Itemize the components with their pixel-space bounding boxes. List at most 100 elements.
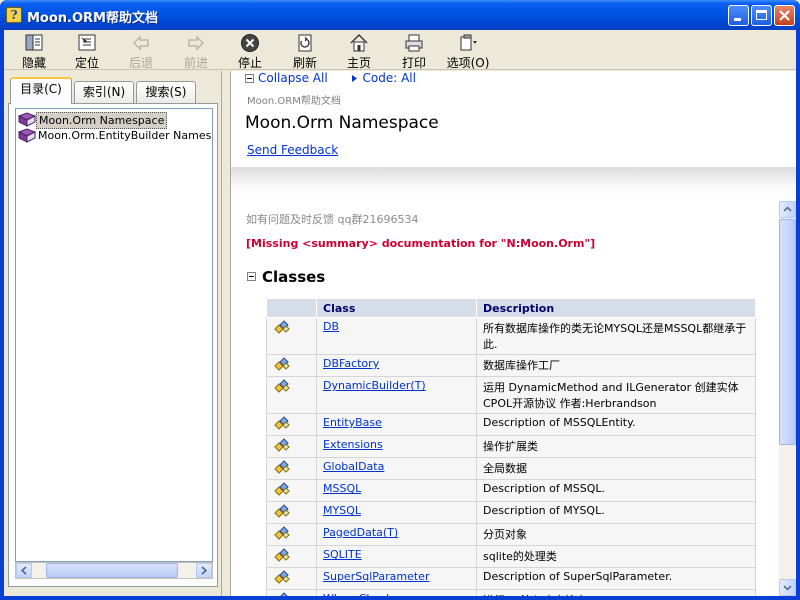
locate-button[interactable]: 定位 — [63, 33, 111, 70]
classes-section-header[interactable]: Classes — [247, 268, 325, 286]
class-link[interactable]: PagedData(T) — [323, 526, 398, 539]
scroll-left-button[interactable] — [16, 563, 32, 578]
hide-button[interactable]: 隐藏 — [10, 33, 58, 70]
class-icon — [274, 460, 290, 474]
locate-label: 定位 — [74, 56, 99, 70]
class-link[interactable]: DB — [323, 320, 339, 333]
forward-button[interactable]: 前进 — [172, 33, 220, 70]
collapse-all-link[interactable]: Collapse All — [245, 71, 328, 85]
scroll-down-button[interactable] — [779, 579, 796, 596]
topic-vertical-scrollbar[interactable] — [779, 201, 796, 596]
contents-panel: Moon.Orm Namespace Moon.Orm.EntityBuilde… — [8, 103, 218, 587]
class-name-cell: SuperSqlParameter — [316, 567, 477, 590]
table-row: EntityBase Description of MSSQLEntity. — [266, 413, 756, 436]
tab-contents[interactable]: 目录(C) — [10, 77, 72, 104]
scroll-right-button[interactable] — [196, 563, 212, 578]
back-arrow-icon — [133, 35, 149, 51]
table-row: WhereChecker 进行sql注入攻击检查 — [266, 589, 756, 596]
class-link[interactable]: MYSQL — [323, 504, 361, 517]
chevron-down-icon — [783, 585, 792, 591]
class-icon-cell — [266, 523, 317, 546]
send-feedback-link[interactable]: Send Feedback — [247, 143, 338, 157]
class-link[interactable]: SQLITE — [323, 548, 362, 561]
print-label: 打印 — [401, 56, 426, 70]
title-bar[interactable]: ? Moon.ORM帮助文档 — [0, 0, 800, 30]
hide-label: 隐藏 — [21, 56, 46, 70]
class-icon-cell — [266, 589, 317, 596]
table-row: PagedData(T) 分页对象 — [266, 523, 756, 546]
column-header-class: Class — [316, 298, 477, 318]
chevron-up-icon — [783, 206, 792, 212]
doc-title: Moon.ORM帮助文档 — [247, 96, 341, 107]
help-window: ? Moon.ORM帮助文档 隐藏 定位 后退 前进 停止 刷新 主页 打印 选… — [0, 0, 800, 600]
home-icon — [350, 34, 368, 52]
class-icon — [274, 482, 290, 496]
class-link[interactable]: MSSQL — [323, 482, 361, 495]
class-name-cell: MSSQL — [316, 479, 477, 502]
class-description-cell: Description of SuperSqlParameter. — [476, 567, 756, 590]
class-icon-cell — [266, 457, 317, 480]
book-icon — [18, 128, 36, 143]
table-row: Extensions 操作扩展类 — [266, 435, 756, 458]
home-button[interactable]: 主页 — [335, 33, 383, 70]
minimize-icon — [734, 18, 741, 21]
tree-item-entitybuilder[interactable]: Moon.Orm.EntityBuilder Namespace — [18, 128, 212, 144]
minimize-button[interactable] — [728, 5, 749, 26]
refresh-button[interactable]: 刷新 — [281, 33, 329, 70]
section-title: Classes — [262, 268, 326, 286]
chevron-left-icon — [20, 566, 27, 575]
class-link[interactable]: DynamicBuilder(T) — [323, 379, 426, 392]
tree-item-moon-orm[interactable]: Moon.Orm Namespace — [18, 112, 168, 129]
topic-pane: Collapse All Code: All Moon.ORM帮助文档 Moon… — [230, 71, 796, 596]
class-link[interactable]: Extensions — [323, 438, 383, 451]
tree-horizontal-scrollbar[interactable] — [15, 562, 213, 579]
class-link[interactable]: WhereChecker — [323, 592, 403, 596]
back-label: 后退 — [128, 56, 153, 70]
class-description-cell: 全局数据 — [476, 457, 756, 480]
class-icon-cell — [266, 545, 317, 568]
class-name-cell: GlobalData — [316, 457, 477, 480]
class-name-cell: WhereChecker — [316, 589, 477, 596]
class-link[interactable]: GlobalData — [323, 460, 384, 473]
options-button[interactable]: 选项(O) — [444, 33, 492, 70]
class-icon — [274, 320, 290, 334]
back-button[interactable]: 后退 — [117, 33, 165, 70]
collapse-icon — [245, 74, 254, 83]
class-link[interactable]: SuperSqlParameter — [323, 570, 429, 583]
class-description-cell: 进行sql注入攻击检查 — [476, 589, 756, 596]
class-name-cell: SQLITE — [316, 545, 477, 568]
class-link[interactable]: DBFactory — [323, 357, 379, 370]
navigation-tabs: 目录(C) 索引(N) 搜索(S) — [8, 77, 220, 104]
maximize-button[interactable] — [751, 5, 772, 26]
stop-icon — [241, 34, 259, 52]
class-icon-cell — [266, 413, 317, 436]
scroll-thumb[interactable] — [46, 563, 178, 578]
dropdown-arrow-icon — [351, 75, 357, 82]
locate-icon — [78, 34, 96, 51]
stop-button[interactable]: 停止 — [226, 33, 274, 70]
pane-splitter[interactable] — [223, 71, 230, 596]
class-name-cell: DBFactory — [316, 354, 477, 377]
class-icon — [280, 592, 288, 596]
close-button[interactable] — [774, 5, 795, 26]
table-row: GlobalData 全局数据 — [266, 457, 756, 480]
collapse-icon — [247, 272, 256, 281]
class-link[interactable]: EntityBase — [323, 416, 382, 429]
print-button[interactable]: 打印 — [390, 33, 438, 70]
class-icon-cell — [266, 354, 317, 377]
column-header-description: Description — [476, 298, 756, 318]
class-icon — [274, 526, 290, 540]
print-icon — [405, 34, 423, 52]
navigation-pane: 目录(C) 索引(N) 搜索(S) Moon.Orm Namespace Moo… — [4, 71, 222, 596]
code-filter-dropdown[interactable]: Code: All — [350, 71, 416, 85]
tab-index[interactable]: 索引(N) — [74, 81, 134, 103]
class-name-cell: Extensions — [316, 435, 477, 458]
window-title: Moon.ORM帮助文档 — [27, 11, 158, 26]
options-icon — [460, 34, 477, 51]
contents-tree[interactable]: Moon.Orm Namespace Moon.Orm.EntityBuilde… — [15, 108, 213, 562]
class-icon-cell — [266, 501, 317, 524]
tab-search[interactable]: 搜索(S) — [136, 81, 196, 103]
refresh-icon — [298, 34, 312, 52]
scroll-thumb[interactable] — [779, 219, 796, 445]
scroll-up-button[interactable] — [779, 201, 796, 218]
